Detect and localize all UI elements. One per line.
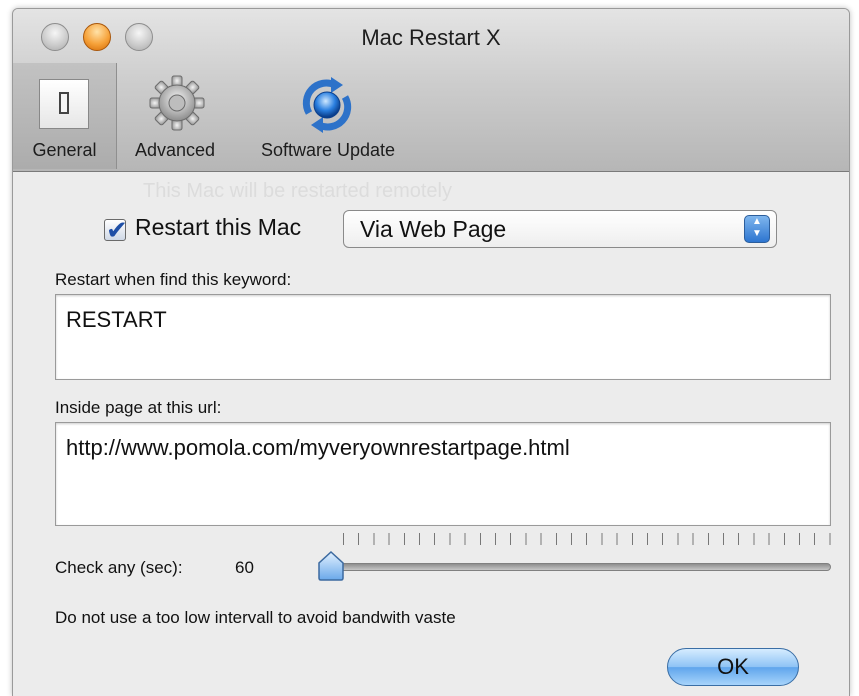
slider-knob[interactable]: [315, 550, 347, 582]
keyword-label: Restart when find this keyword:: [55, 270, 292, 289]
restart-checkbox[interactable]: ✔: [104, 215, 128, 245]
checkmark-icon: ✔: [106, 215, 128, 245]
keyword-field-value: RESTART: [66, 307, 167, 332]
up-down-arrows-icon: ▲ ▼: [744, 215, 770, 243]
restart-checkbox-label[interactable]: Restart this Mac: [135, 214, 301, 241]
toolbar-label-software-update: Software Update: [260, 140, 396, 160]
preferences-window: Mac Restart X General Advanced Software …: [12, 8, 850, 696]
window-title: Mac Restart X: [361, 25, 501, 50]
window-chrome: Mac Restart X General Advanced Software …: [13, 9, 849, 172]
toolbar-label-general: General: [32, 140, 97, 160]
sync-icon: [302, 77, 352, 133]
title-bar[interactable]: Mac Restart X: [13, 9, 849, 63]
url-field-value: http://www.pomola.com/myveryownrestartpa…: [66, 435, 570, 460]
toolbar-item-software-update[interactable]: Software Update: [233, 63, 423, 169]
general-pane: This Mac will be restarted remotely ✔ Re…: [13, 172, 849, 696]
gear-icon: [149, 75, 205, 131]
bandwidth-warning: Do not use a too low intervall to avoid …: [55, 608, 456, 627]
method-popup-value: Via Web Page: [360, 216, 507, 242]
toolbar-label-advanced: Advanced: [134, 140, 216, 160]
ok-button[interactable]: OK: [667, 648, 799, 686]
keyword-field[interactable]: RESTART: [55, 294, 831, 380]
toolbar-item-general[interactable]: General: [13, 63, 117, 169]
interval-slider[interactable]: [323, 563, 831, 571]
ghost-text: This Mac will be restarted remotely: [143, 180, 452, 202]
url-field[interactable]: http://www.pomola.com/myveryownrestartpa…: [55, 422, 831, 526]
toolbar-item-advanced[interactable]: Advanced: [119, 63, 231, 169]
slider-ticks: [343, 533, 831, 545]
url-label: Inside page at this url:: [55, 398, 222, 417]
interval-value: 60: [235, 558, 254, 577]
method-popup[interactable]: Via Web Page ▲ ▼: [343, 210, 777, 248]
interval-label: Check any (sec):: [55, 558, 183, 577]
switch-icon: [39, 79, 89, 129]
